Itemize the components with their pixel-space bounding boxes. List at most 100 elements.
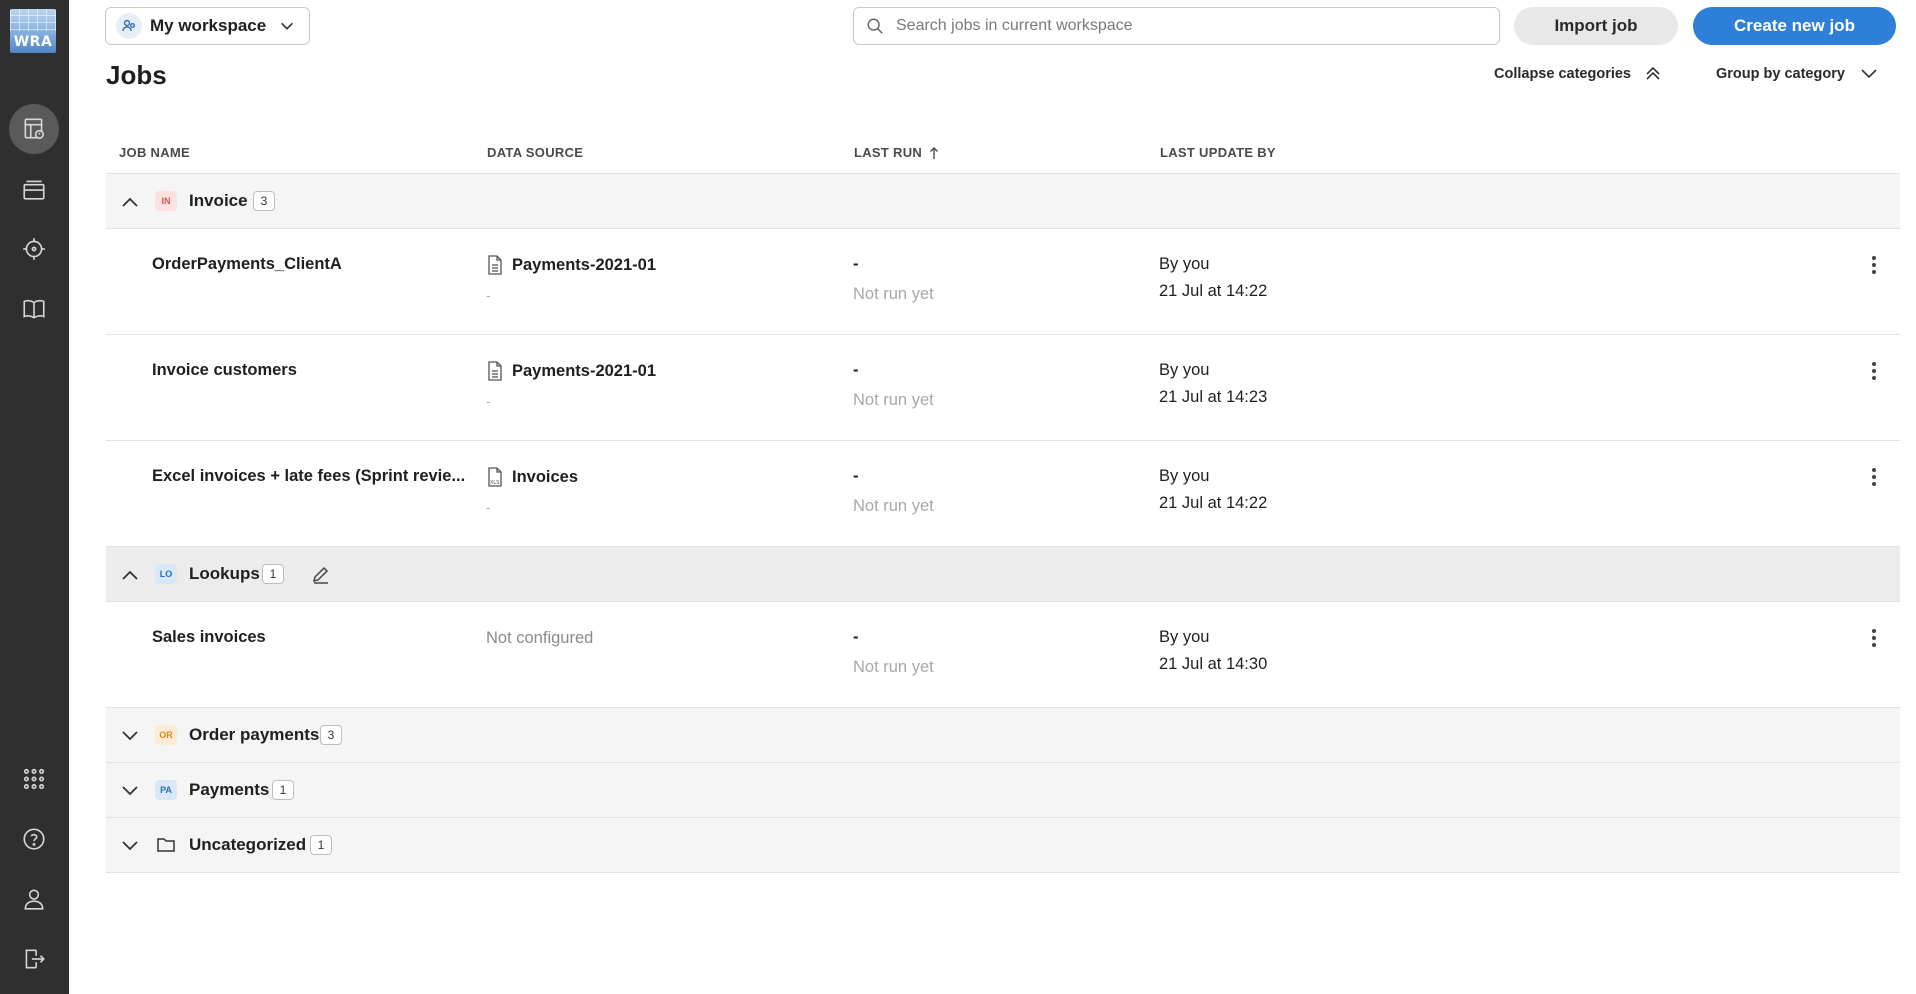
row-menu-button[interactable] [1862,359,1886,383]
job-name[interactable]: Excel invoices + late fees (Sprint revie… [152,467,465,486]
workspace-label: My workspace [150,16,267,35]
job-name[interactable]: Invoice customers [152,361,297,380]
last-run-status: Not run yet [853,658,934,676]
row-menu-button[interactable] [1862,626,1886,650]
data-source-name: Invoices [512,467,579,486]
nav-apps[interactable] [9,754,59,804]
data-source-sub: - [486,393,491,409]
page-title: Jobs [106,60,167,90]
last-run-value: - [853,467,859,485]
workspace-selector[interactable]: My workspace [105,7,310,45]
updated-by: By you [1159,361,1210,379]
category-count: 3 [253,191,275,211]
category-badge: LO [155,564,177,584]
collapse-categories-button[interactable]: Collapse categories [1494,64,1663,84]
category-count: 1 [272,780,294,800]
col-last-run-label: LAST RUN [854,145,923,160]
updated-by: By you [1159,628,1210,646]
category-name: Lookups [189,564,260,583]
updated-by: By you [1159,467,1210,485]
app-logo[interactable]: WRA [10,9,56,53]
job-name[interactable]: Sales invoices [152,628,266,647]
jobs-table: JOB NAME DATA SOURCE LAST RUN LAST UPDAT… [106,137,1900,873]
table-row[interactable]: OrderPayments_ClientA Payments-2021-01 -… [106,229,1900,335]
collapse-categories-label: Collapse categories [1494,66,1631,82]
updated-at: 21 Jul at 14:22 [1159,282,1268,300]
category-name: Uncategorized [189,835,307,854]
col-job-name[interactable]: JOB NAME [119,145,190,160]
nav-target[interactable] [9,224,59,274]
table-row[interactable]: Sales invoices Not configured - Not run … [106,602,1900,708]
double-chevron-up-icon [1646,66,1660,80]
more-vertical-icon [1872,468,1876,486]
last-run-value: - [853,361,859,379]
search-input[interactable] [896,17,1456,35]
updated-at: 21 Jul at 14:22 [1159,494,1268,512]
group-by-category-dropdown[interactable]: Group by category [1716,64,1879,84]
folder-stack-icon [23,180,45,200]
category-badge: IN [155,191,177,211]
category-uncategorized[interactable]: Uncategorized 1 [106,818,1900,873]
edit-pencil-icon[interactable] [311,564,331,584]
document-icon [488,255,502,275]
nav-jobs[interactable] [9,104,59,154]
data-source-sub: - [486,287,491,303]
create-job-button[interactable]: Create new job [1693,7,1896,45]
group-by-label: Group by category [1716,66,1845,82]
data-source[interactable]: Payments-2021-01 [486,361,656,381]
nav-docs[interactable] [9,284,59,334]
app-grid-icon [23,768,45,790]
category-count: 3 [320,725,342,745]
chevron-down-icon [281,22,294,30]
nav-files[interactable] [9,164,59,214]
book-icon [23,299,45,319]
table-row[interactable]: Invoice customers Payments-2021-01 - - N… [106,335,1900,441]
data-source[interactable]: XLS Invoices [486,467,578,487]
search-box[interactable] [853,7,1500,45]
last-run-status: Not run yet [853,497,934,515]
chevron-down-icon [1861,69,1877,79]
chevron-down-icon[interactable] [120,836,140,856]
row-menu-button[interactable] [1862,253,1886,277]
chevron-up-icon[interactable] [120,192,140,212]
category-payments[interactable]: PA Payments 1 [106,763,1900,818]
crosshair-icon [23,238,45,260]
job-name[interactable]: OrderPayments_ClientA [152,255,342,274]
table-row[interactable]: Excel invoices + late fees (Sprint revie… [106,441,1900,547]
app-root: WRA My workspace Search jobs in current … [0,0,1916,994]
svg-text:XLS: XLS [490,480,499,486]
help-icon [23,828,45,850]
nav-help[interactable] [9,814,59,864]
nav-logout[interactable] [9,934,59,984]
category-name: Order payments [189,725,320,744]
updated-by: By you [1159,255,1210,273]
category-badge: PA [155,780,177,800]
table-header: JOB NAME DATA SOURCE LAST RUN LAST UPDAT… [106,137,1900,174]
col-last-update-by[interactable]: LAST UPDATE BY [1160,145,1276,160]
col-data-source[interactable]: DATA SOURCE [487,145,583,160]
category-invoice[interactable]: IN Invoice 3 [106,174,1900,229]
more-vertical-icon [1872,362,1876,380]
category-count: 1 [262,564,284,584]
chevron-down-icon[interactable] [120,781,140,801]
sidebar: WRA [0,0,69,994]
category-lookups[interactable]: LO Lookups 1 [106,547,1900,602]
nav-account[interactable] [9,874,59,924]
category-name: Payments [189,780,270,799]
row-menu-button[interactable] [1862,465,1886,489]
last-run-status: Not run yet [853,391,934,409]
col-last-run[interactable]: LAST RUN [854,145,940,160]
updated-at: 21 Jul at 14:30 [1159,655,1268,673]
data-source[interactable]: Payments-2021-01 [486,255,656,275]
chevron-up-icon[interactable] [120,565,140,585]
logo-text: WRA [13,34,53,50]
chevron-down-icon[interactable] [120,726,140,746]
user-icon [24,889,44,910]
logout-icon [25,949,45,969]
category-name: Invoice [189,191,248,210]
category-count: 1 [310,835,332,855]
updated-at: 21 Jul at 14:23 [1159,388,1268,406]
import-job-button[interactable]: Import job [1514,7,1678,45]
category-order-payments[interactable]: OR Order payments 3 [106,708,1900,763]
document-icon [488,361,502,381]
